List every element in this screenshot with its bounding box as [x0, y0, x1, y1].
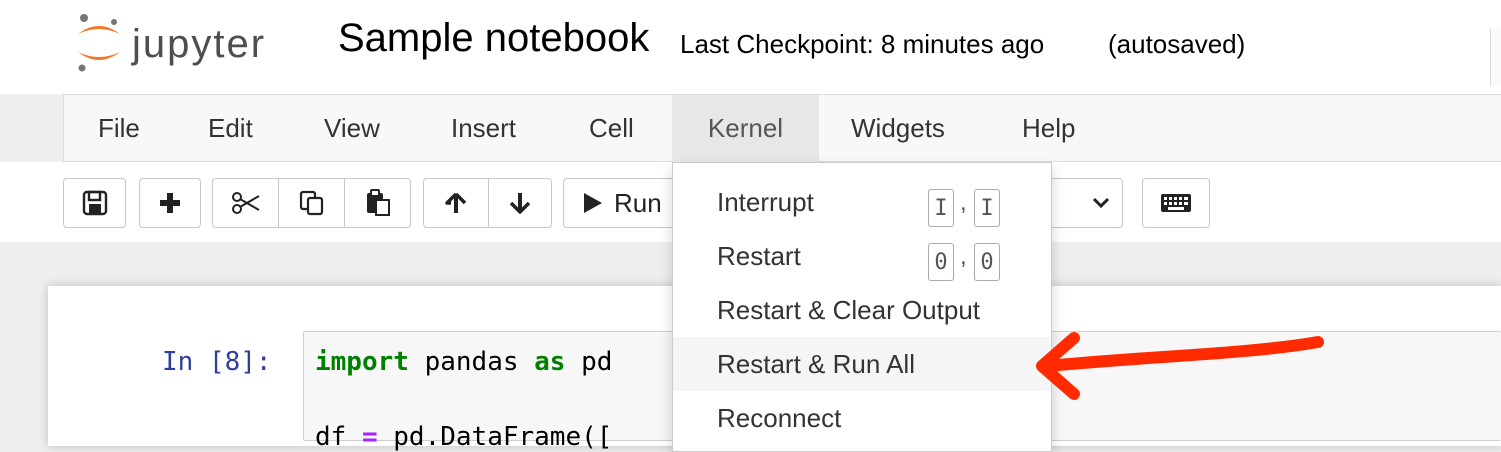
- kernel-menu-restart[interactable]: Restart 0 , 0: [673, 229, 1051, 283]
- annotation-arrow-icon: [1036, 332, 1324, 400]
- logo-text: jupyter: [132, 22, 267, 66]
- shortcut-key: I: [928, 189, 954, 227]
- keyword-import: import: [315, 347, 409, 377]
- keyword-as: as: [534, 347, 566, 377]
- save-icon: [82, 190, 107, 216]
- paste-button[interactable]: [344, 178, 411, 228]
- autosave-status: (autosaved): [1108, 29, 1246, 59]
- code-text: pandas: [408, 347, 535, 377]
- shortcut-key: 0: [928, 243, 954, 281]
- notebook-title[interactable]: Sample notebook: [338, 16, 649, 61]
- plus-icon: [160, 193, 180, 213]
- menu-insert[interactable]: Insert: [451, 95, 516, 162]
- menu-help[interactable]: Help: [1022, 95, 1075, 162]
- insert-cell-button[interactable]: [139, 178, 201, 228]
- copy-button[interactable]: [278, 178, 345, 228]
- shortcut-separator: ,: [960, 189, 967, 216]
- menu-view[interactable]: View: [324, 95, 380, 162]
- jupyter-logo[interactable]: jupyter: [72, 10, 332, 74]
- scissors-icon: [231, 192, 260, 214]
- menubar: File Edit View Insert Cell Kernel Widget…: [63, 94, 1501, 162]
- shortcut-separator: ,: [960, 243, 967, 270]
- keyboard-icon: [1161, 194, 1191, 212]
- notebook-header: jupyter Sample notebook Last Checkpoint:…: [0, 0, 1501, 94]
- kernel-menu-interrupt[interactable]: Interrupt I , I: [673, 175, 1051, 229]
- play-icon: [584, 193, 602, 213]
- cell-type-select[interactable]: [1040, 178, 1123, 228]
- input-prompt: In [8]:: [162, 347, 272, 377]
- move-down-button[interactable]: [488, 178, 552, 228]
- menu-item-label: Restart & Run All: [717, 349, 915, 379]
- menu-file[interactable]: File: [98, 95, 140, 162]
- menu-cell[interactable]: Cell: [589, 95, 634, 162]
- header-right-edge: [1490, 28, 1501, 86]
- code-line-2[interactable]: df = pd.DataFrame([: [315, 422, 612, 452]
- copy-icon: [299, 190, 323, 216]
- kernel-menu-reconnect[interactable]: Reconnect: [673, 391, 1051, 445]
- operator-equals: =: [361, 422, 378, 452]
- arrow-down-icon: [509, 193, 531, 214]
- code-line-1[interactable]: import pandas as pd: [315, 347, 612, 377]
- menu-widgets[interactable]: Widgets: [851, 95, 945, 162]
- code-text: pd.DataFrame([: [377, 422, 613, 452]
- jupyter-logo-icon: [78, 14, 120, 72]
- code-text: df: [315, 422, 362, 452]
- menu-edit[interactable]: Edit: [208, 95, 253, 162]
- cut-button[interactable]: [212, 178, 279, 228]
- menu-kernel[interactable]: Kernel: [672, 95, 819, 162]
- menu-item-label: Restart: [717, 241, 801, 271]
- code-text: pd: [565, 347, 613, 377]
- arrow-up-icon: [445, 192, 467, 213]
- menu-item-label: Restart & Clear Output: [717, 295, 980, 325]
- menu-item-label: Interrupt: [717, 187, 814, 217]
- chevron-down-icon: [1092, 197, 1110, 209]
- menu-item-label: Reconnect: [717, 403, 842, 433]
- save-button[interactable]: [63, 178, 126, 228]
- shortcut-key: 0: [974, 243, 1000, 281]
- kernel-menu-restart-clear-output[interactable]: Restart & Clear Output: [673, 283, 1051, 337]
- paste-icon: [366, 189, 390, 216]
- run-button-label: Run: [614, 187, 662, 218]
- move-up-button[interactable]: [423, 178, 489, 228]
- shortcut-key: I: [974, 189, 1000, 227]
- kernel-menu-restart-run-all[interactable]: Restart & Run All: [673, 337, 1051, 391]
- command-palette-button[interactable]: [1142, 178, 1210, 228]
- checkpoint-status: Last Checkpoint: 8 minutes ago: [680, 29, 1045, 59]
- kernel-dropdown-menu: Interrupt I , I Restart 0 , 0 Restart & …: [672, 162, 1052, 452]
